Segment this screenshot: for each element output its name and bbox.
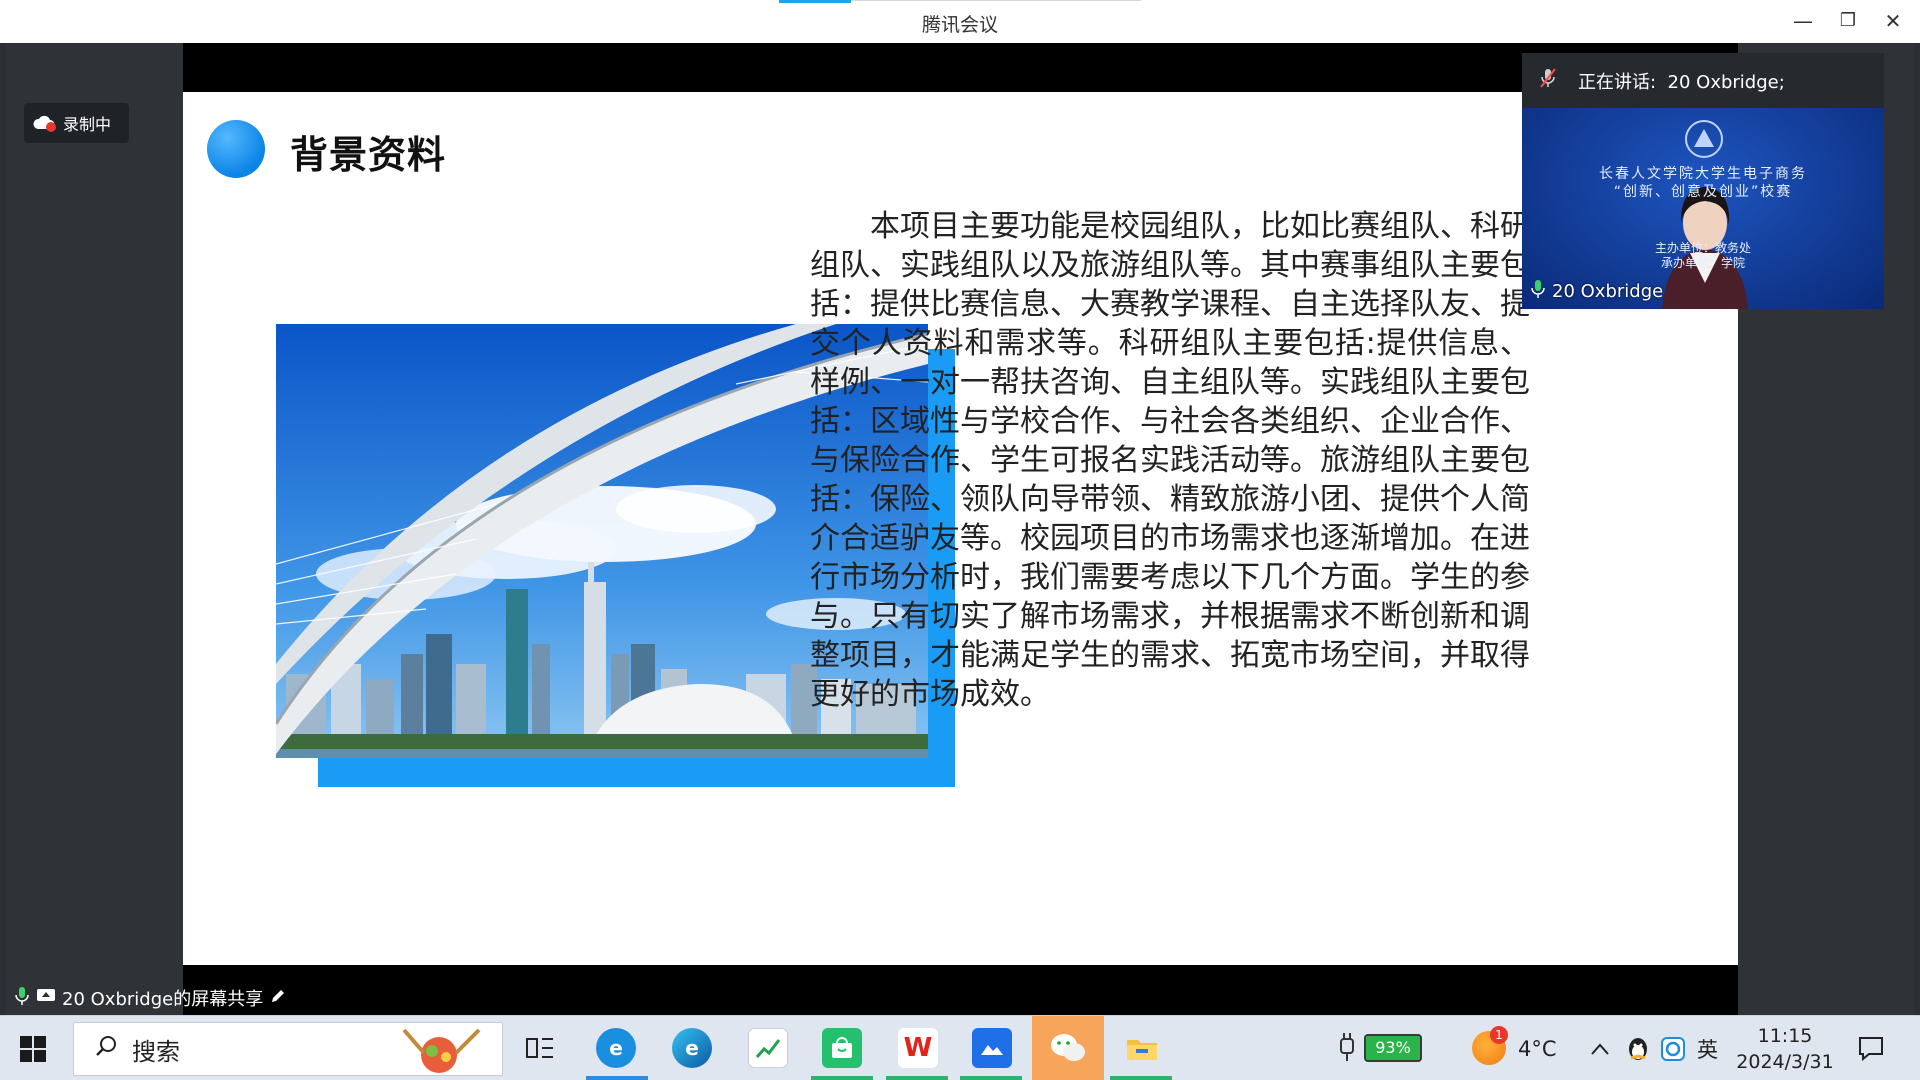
photos-underline	[960, 1076, 1022, 1080]
screen-share-icon	[36, 987, 56, 1010]
taskbar-clock[interactable]: 11:15 2024/3/31	[1730, 1023, 1840, 1075]
wechat-icon[interactable]	[1048, 1028, 1088, 1068]
speaking-label: 正在讲话:	[1578, 71, 1657, 93]
restore-button[interactable]: ❐	[1831, 6, 1865, 36]
taskbar: 搜索 e e W 93% 1 4°C 英 11:15 2024/3/31	[0, 1015, 1920, 1080]
qq-penguin-icon[interactable]	[1626, 1036, 1650, 1066]
left-strip	[6, 43, 183, 1015]
slide-paragraph: 本项目主要功能是校园组队，比如比赛组队、科研组队、实践组队以及旅游组队等。其中赛…	[810, 209, 1530, 712]
mic-active-icon	[1530, 279, 1546, 304]
share-letterbox-bottom	[183, 965, 1738, 1015]
chevron-up-icon[interactable]	[1590, 1016, 1610, 1080]
power-plug-icon[interactable]	[1336, 1031, 1358, 1067]
title-bar: 腾讯会议 — ❐ ✕	[0, 0, 1920, 43]
blue-dot-icon	[207, 120, 265, 178]
shopping-underline	[811, 1076, 873, 1080]
slide-heading: 背景资料	[290, 133, 447, 177]
speaker-name-tag: 20 Oxbridge	[1530, 279, 1663, 304]
photos-app-icon[interactable]	[972, 1028, 1012, 1068]
edge-legacy-underline	[586, 1076, 648, 1080]
speaking-name: 20 Oxbridge;	[1667, 71, 1785, 93]
file-explorer-icon[interactable]	[1122, 1028, 1162, 1068]
shopping-bag-icon[interactable]	[822, 1028, 862, 1068]
title-accent-line	[851, 0, 1141, 1]
cloud-record-icon	[33, 113, 57, 133]
recording-badge[interactable]: 录制中	[24, 103, 129, 143]
screen-share-label: 20 Oxbridge的屏幕共享	[14, 985, 287, 1011]
minimize-button[interactable]: —	[1786, 6, 1820, 36]
share-letterbox-top	[183, 43, 1738, 92]
window-title: 腾讯会议	[921, 14, 998, 36]
stock-app-icon[interactable]	[748, 1028, 788, 1068]
clock-date: 2024/3/31	[1736, 1051, 1834, 1073]
wps-underline	[886, 1076, 948, 1080]
wps-office-icon[interactable]: W	[898, 1028, 938, 1068]
search-illustration-icon	[384, 1025, 494, 1080]
backdrop-line-4: 承办单位：学院	[1660, 256, 1745, 270]
recording-label: 录制中	[63, 115, 112, 134]
notification-badge: 1	[1490, 1026, 1508, 1044]
windows-start-icon[interactable]	[20, 1036, 46, 1062]
explorer-underline	[1110, 1076, 1172, 1080]
ime-language[interactable]: 英	[1697, 1016, 1718, 1080]
action-center-icon[interactable]	[1857, 1034, 1885, 1066]
close-button[interactable]: ✕	[1876, 6, 1910, 36]
backdrop-line-2: “创新、创意及创业”校赛	[1613, 184, 1793, 200]
search-placeholder: 搜索	[132, 1037, 180, 1066]
speaker-video-tile[interactable]: 长春人文学院大学生电子商务 “创新、创意及创业”校赛 主办单位：教务处 承办单位…	[1522, 53, 1884, 309]
title-accent	[779, 0, 851, 3]
shared-slide: 背景资料 本项目主要功能是校园组队，比如比赛组队、科研组队、实践组队以及旅游组队…	[183, 92, 1738, 965]
speaking-indicator: 正在讲话: 20 Oxbridge;	[1522, 53, 1884, 108]
battery-indicator[interactable]: 93%	[1364, 1034, 1422, 1062]
edit-pen-icon[interactable]	[269, 987, 287, 1010]
search-icon	[94, 1034, 118, 1064]
weather-temp[interactable]: 4°C	[1518, 1016, 1557, 1080]
screen-share-text: 20 Oxbridge的屏幕共享	[62, 989, 264, 1010]
backdrop-line-1: 长春人文学院大学生电子商务	[1599, 166, 1807, 182]
edge-legacy-icon[interactable]: e	[596, 1028, 636, 1068]
clock-time: 11:15	[1757, 1025, 1813, 1047]
edge-browser-icon[interactable]: e	[672, 1028, 712, 1068]
mic-muted-icon	[1538, 67, 1558, 94]
taskbar-search-box[interactable]: 搜索	[73, 1022, 503, 1076]
sync-app-icon[interactable]	[1660, 1036, 1686, 1066]
speaker-name: 20 Oxbridge	[1552, 281, 1664, 302]
task-view-icon[interactable]	[520, 1028, 560, 1068]
mic-active-icon	[14, 986, 30, 1011]
